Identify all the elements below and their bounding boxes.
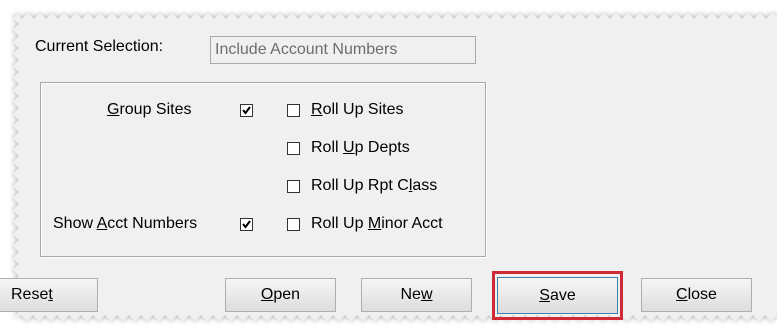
roll-up-minor-acct-checkbox[interactable]: [287, 218, 300, 231]
checkmark-icon: [242, 220, 251, 229]
show-acct-numbers-label: Show Acct Numbers: [53, 215, 198, 232]
roll-up-minor-acct-label: Roll Up Minor Acct: [311, 215, 443, 232]
roll-up-sites-label: Roll Up Sites: [311, 101, 404, 118]
show-acct-numbers-checkbox[interactable]: [240, 218, 253, 231]
new-button[interactable]: New: [361, 278, 472, 312]
roll-up-rpt-class-label: Roll Up Rpt Class: [311, 177, 438, 194]
current-selection-field[interactable]: [210, 36, 476, 64]
close-button[interactable]: Close: [641, 278, 752, 312]
group-sites-label: Group Sites: [107, 101, 192, 118]
checkmark-icon: [242, 106, 251, 115]
current-selection-label: Current Selection:: [35, 38, 164, 55]
roll-up-depts-label: Roll Up Depts: [311, 139, 410, 156]
roll-up-rpt-class-checkbox[interactable]: [287, 180, 300, 193]
reset-button[interactable]: Reset: [0, 278, 98, 312]
save-button-highlight: [492, 271, 623, 320]
open-button[interactable]: Open: [225, 278, 336, 312]
roll-up-depts-checkbox[interactable]: [287, 142, 300, 155]
group-sites-checkbox[interactable]: [240, 104, 253, 117]
roll-up-sites-checkbox[interactable]: [287, 104, 300, 117]
screenshot-canvas: Current Selection: Group Sites Roll Up S…: [0, 0, 777, 331]
